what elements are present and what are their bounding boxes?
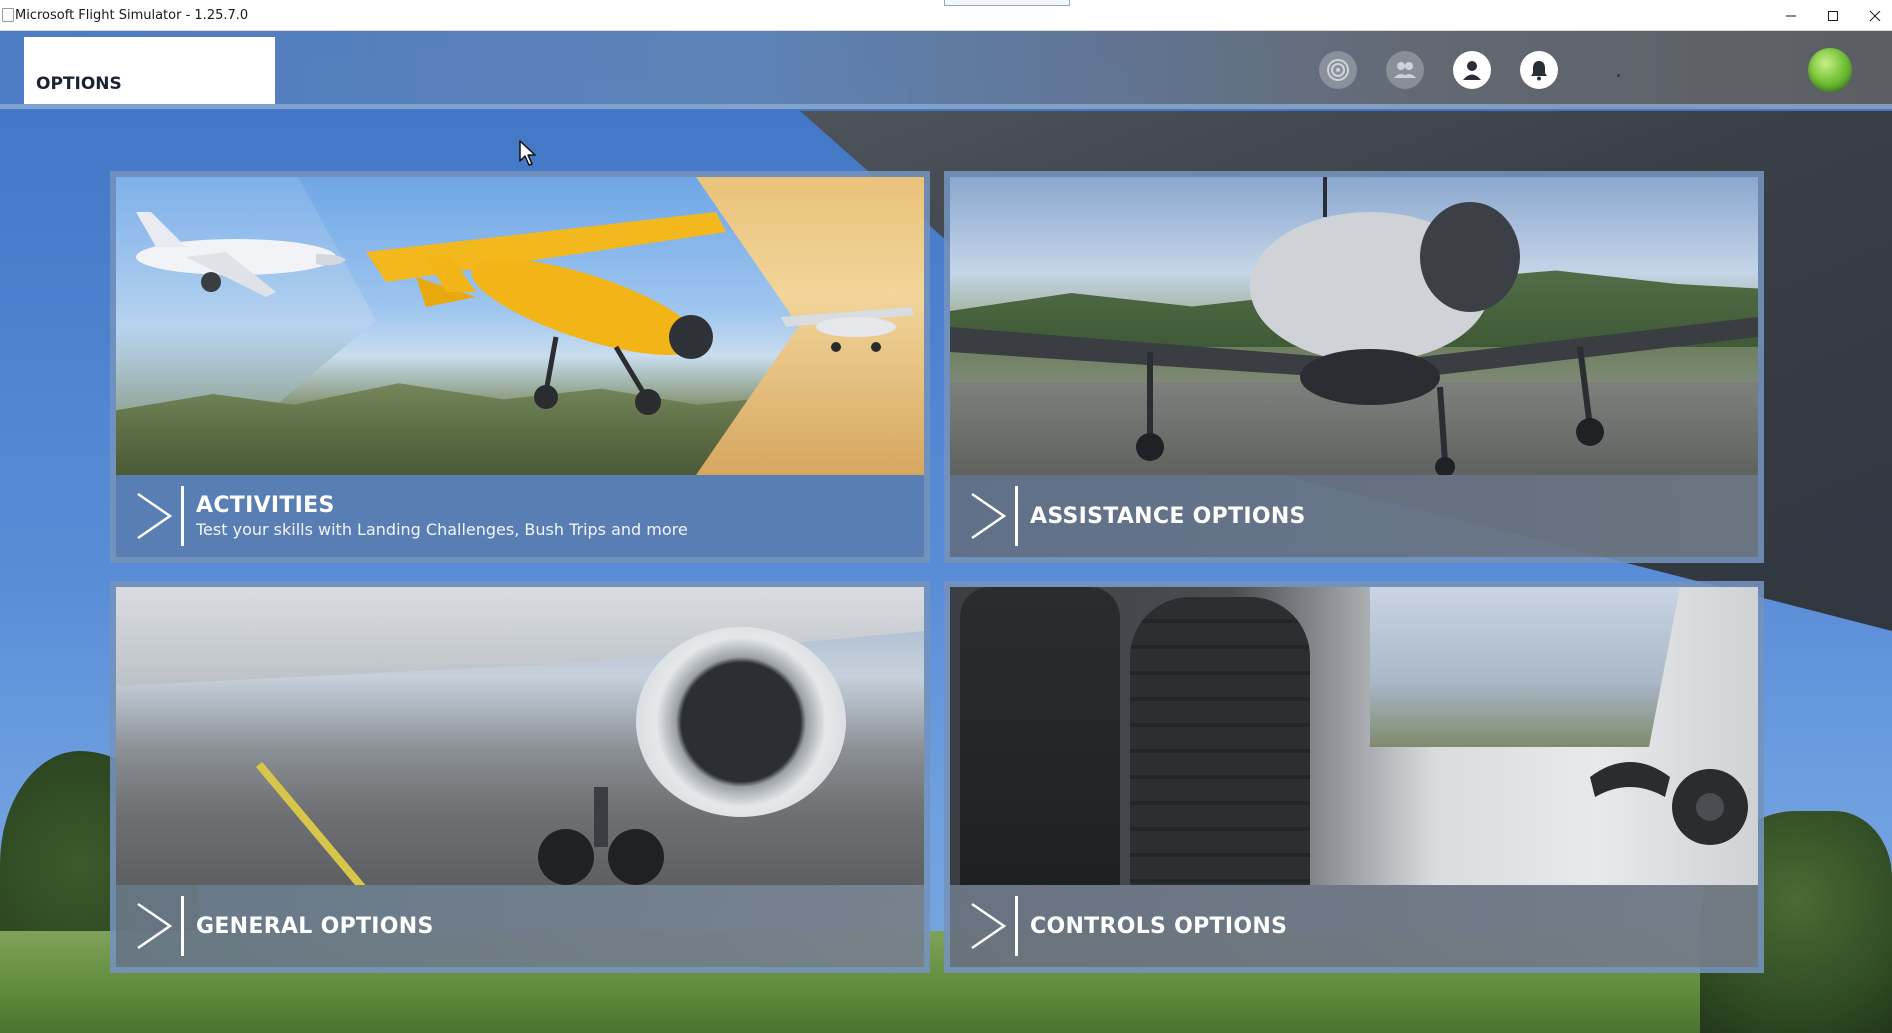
activities-chevron <box>126 486 184 546</box>
airliner-illustration <box>136 212 346 297</box>
activity-icon <box>1327 59 1349 81</box>
general-chevron <box>126 896 184 956</box>
controls-footer: CONTROLS OPTIONS <box>950 885 1758 967</box>
minimize-icon <box>1786 15 1796 16</box>
controls-chevron <box>960 896 1018 956</box>
turboprop-illustration <box>950 177 1758 475</box>
assistance-title: ASSISTANCE OPTIONS <box>1030 503 1306 529</box>
assistance-options-tile[interactable]: ASSISTANCE OPTIONS <box>944 171 1764 563</box>
maximize-button[interactable] <box>1812 0 1854 31</box>
bush-plane-illustration <box>366 212 726 415</box>
page-tab-options[interactable]: OPTIONS <box>24 37 275 104</box>
connection-status-orb-icon[interactable] <box>1808 48 1852 92</box>
notifications-button[interactable] <box>1520 51 1558 89</box>
chevron-right-icon <box>136 902 172 950</box>
activities-artwork <box>116 177 924 475</box>
page-title: OPTIONS <box>36 74 122 94</box>
general-options-tile[interactable]: GENERAL OPTIONS <box>110 581 930 973</box>
profile-icon <box>1463 61 1481 80</box>
controls-options-tile[interactable]: CONTROLS OPTIONS <box>944 581 1764 973</box>
general-artwork <box>116 587 924 885</box>
game-viewport: OPTIONS ACTIVITIES Test your skills with… <box>0 31 1892 1033</box>
assistance-chevron <box>960 486 1018 546</box>
activities-title: ACTIVITIES <box>196 493 335 518</box>
friends-button[interactable] <box>1386 51 1424 89</box>
general-text: GENERAL OPTIONS <box>196 914 434 939</box>
controls-title: CONTROLS OPTIONS <box>1030 913 1288 939</box>
activity-button[interactable] <box>1319 51 1357 89</box>
activities-tile[interactable]: ACTIVITIES Test your skills with Landing… <box>110 171 930 563</box>
app-icon <box>2 8 14 22</box>
yoke-illustration <box>1590 762 1748 845</box>
minimize-button[interactable] <box>1770 0 1812 31</box>
activities-text: ACTIVITIES Test your skills with Landing… <box>196 493 688 539</box>
assistance-text: ASSISTANCE OPTIONS <box>1030 504 1306 529</box>
controls-text: CONTROLS OPTIONS <box>1030 914 1287 939</box>
general-title: GENERAL OPTIONS <box>196 913 434 939</box>
landing-gear-illustration <box>538 787 664 885</box>
friends-icon <box>1394 62 1416 78</box>
profile-button[interactable] <box>1453 51 1491 89</box>
maximize-icon <box>1828 10 1838 21</box>
activities-footer: ACTIVITIES Test your skills with Landing… <box>116 475 924 557</box>
status-dot <box>1617 74 1620 77</box>
small-plane-illustration <box>781 307 914 352</box>
chevron-right-icon <box>970 492 1006 540</box>
chevron-right-icon <box>136 492 172 540</box>
activities-subtitle: Test your skills with Landing Challenges… <box>196 520 688 539</box>
art-seat-rear <box>960 587 1120 885</box>
art-seat-front <box>1130 597 1310 885</box>
art-taxi-line <box>256 761 378 885</box>
controls-artwork <box>950 587 1758 885</box>
art-cockpit-window <box>1370 587 1680 747</box>
bell-icon <box>1531 61 1547 81</box>
mouse-cursor-icon <box>519 140 536 166</box>
assistance-footer: ASSISTANCE OPTIONS <box>950 475 1758 557</box>
chevron-right-icon <box>970 902 1006 950</box>
close-button[interactable] <box>1854 0 1892 31</box>
assistance-artwork <box>950 177 1758 475</box>
top-navigation-bar: OPTIONS <box>0 31 1892 109</box>
window-titlebar[interactable]: Microsoft Flight Simulator - 1.25.7.0 <box>0 0 1892 31</box>
title-drag-indicator <box>944 0 1070 6</box>
general-footer: GENERAL OPTIONS <box>116 885 924 967</box>
window-title: Microsoft Flight Simulator - 1.25.7.0 <box>15 7 249 23</box>
close-icon <box>1869 10 1881 21</box>
